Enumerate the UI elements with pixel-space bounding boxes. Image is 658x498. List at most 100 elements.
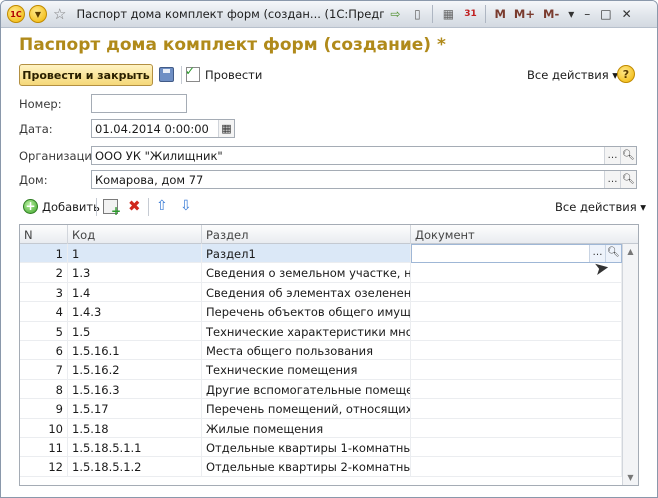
cell-kod: 1.5.16.3 bbox=[68, 379, 202, 399]
maximize-icon[interactable]: □ bbox=[600, 7, 611, 21]
cell-document[interactable] bbox=[411, 321, 622, 341]
cell-document[interactable] bbox=[411, 360, 622, 380]
date-field[interactable]: 01.04.2014 0:00:00 ▦ bbox=[91, 119, 235, 138]
cell-n: 10 bbox=[20, 418, 68, 438]
cell-document[interactable] bbox=[411, 457, 622, 477]
date-value: 01.04.2014 0:00:00 bbox=[95, 122, 209, 136]
favorite-star-icon[interactable]: ☆ bbox=[53, 5, 66, 23]
app-logo-icon[interactable]: 1С bbox=[7, 5, 25, 23]
select-ellipsis-icon[interactable]: … bbox=[604, 171, 620, 188]
table-row[interactable]: 3 1.4 Сведения об элементах озеленения .… bbox=[20, 282, 622, 303]
add-icon[interactable]: + bbox=[23, 199, 38, 214]
document-cell-editor[interactable]: … 🔍︎ bbox=[411, 244, 622, 263]
table-row[interactable]: 7 1.5.16.2 Технические помещения bbox=[20, 360, 622, 380]
date-label: Дата: bbox=[19, 122, 53, 136]
cell-razdel: Раздел1 bbox=[202, 244, 411, 263]
post-and-close-button[interactable]: Провести и закрыть bbox=[19, 64, 153, 86]
table-row[interactable]: 1 1 Раздел1 … 🔍︎ bbox=[20, 244, 622, 264]
scroll-down-icon[interactable]: ▼ bbox=[623, 470, 638, 485]
calendar-icon[interactable]: ▦ bbox=[218, 120, 234, 137]
vertical-scrollbar[interactable]: ▲ ▼ bbox=[622, 244, 638, 485]
dropdown-icon[interactable]: ▾ bbox=[568, 7, 574, 21]
cell-razdel: Сведения об элементах озеленения ... bbox=[202, 282, 411, 302]
organization-value: ООО УК "Жилищник" bbox=[95, 149, 223, 163]
table-row[interactable]: 4 1.4.3 Перечень объектов общего имущест… bbox=[20, 302, 622, 322]
move-up-icon[interactable]: ⇧ bbox=[156, 198, 168, 214]
memory-plus-button[interactable]: M+ bbox=[514, 7, 535, 21]
cell-document[interactable] bbox=[411, 379, 622, 399]
house-value: Комарова, дом 77 bbox=[95, 173, 204, 187]
app-window: 1С ▼ ☆ Паспорт дома комплект форм (созда… bbox=[0, 0, 658, 498]
toolbar-separator bbox=[432, 5, 434, 23]
column-header-razdel[interactable]: Раздел bbox=[202, 225, 411, 244]
toolbar-separator bbox=[96, 198, 97, 216]
table-all-actions-menu[interactable]: Все действия ▾ bbox=[555, 200, 646, 214]
command-bar: Провести и закрыть Провести Все действия… bbox=[19, 64, 639, 86]
cell-razdel: Другие вспомогательные помещения bbox=[202, 379, 411, 399]
table-row[interactable]: 10 1.5.18 Жилые помещения bbox=[20, 418, 622, 438]
cell-kod: 1.3 bbox=[68, 263, 202, 283]
select-ellipsis-icon[interactable]: … bbox=[604, 147, 620, 164]
document-icon[interactable]: ▯ bbox=[408, 5, 426, 23]
memory-button[interactable]: M bbox=[494, 7, 505, 21]
help-icon[interactable]: ? bbox=[617, 65, 635, 83]
close-icon[interactable]: ✕ bbox=[622, 7, 632, 21]
cell-document[interactable] bbox=[411, 302, 622, 322]
cell-razdel: Перечень помещений, относящихся ... bbox=[202, 399, 411, 419]
calendar-icon[interactable]: 31 bbox=[461, 5, 479, 23]
cell-kod: 1.4 bbox=[68, 282, 202, 302]
table-row[interactable]: 12 1.5.18.5.1.2 Отдельные квартиры 2-ком… bbox=[20, 457, 622, 477]
number-field[interactable] bbox=[91, 94, 187, 113]
copy-icon[interactable] bbox=[103, 199, 121, 218]
table-toolbar: + Добавить ✖ ⇧ ⇩ Все действия ▾ bbox=[19, 197, 646, 218]
cell-n: 9 bbox=[20, 399, 68, 419]
minimize-icon[interactable]: – bbox=[584, 7, 590, 21]
house-label: Дом: bbox=[19, 173, 48, 187]
column-header-kod[interactable]: Код bbox=[68, 225, 202, 244]
move-down-icon[interactable]: ⇩ bbox=[180, 198, 192, 214]
save-icon[interactable] bbox=[159, 67, 174, 82]
cell-document[interactable] bbox=[411, 263, 622, 283]
cell-kod: 1.5.16.2 bbox=[68, 360, 202, 380]
cell-n: 7 bbox=[20, 360, 68, 380]
cell-document[interactable] bbox=[411, 282, 622, 302]
add-button[interactable]: Добавить bbox=[42, 200, 100, 214]
table-row[interactable]: 2 1.3 Сведения о земельном участке, на к… bbox=[20, 263, 622, 283]
post-button[interactable]: Провести bbox=[205, 68, 262, 82]
cell-kod: 1.5.18 bbox=[68, 418, 202, 438]
column-header-document[interactable]: Документ bbox=[411, 225, 638, 244]
table-row[interactable]: 5 1.5 Технические характеристики многок.… bbox=[20, 321, 622, 341]
arrow-forward-icon[interactable]: ⇨ bbox=[386, 5, 404, 23]
form-title: Паспорт дома комплект форм (создание) * bbox=[19, 35, 446, 55]
delete-icon[interactable]: ✖ bbox=[128, 197, 141, 215]
all-actions-menu[interactable]: Все действия ▾ bbox=[527, 68, 618, 82]
table-row[interactable]: 8 1.5.16.3 Другие вспомогательные помеще… bbox=[20, 379, 622, 400]
column-header-n[interactable]: N bbox=[20, 225, 68, 244]
post-icon[interactable] bbox=[185, 64, 200, 82]
cell-document[interactable] bbox=[411, 340, 622, 360]
table-row[interactable]: 9 1.5.17 Перечень помещений, относящихся… bbox=[20, 399, 622, 419]
cell-razdel: Места общего пользования bbox=[202, 340, 411, 360]
cell-n: 3 bbox=[20, 282, 68, 302]
scroll-up-icon[interactable]: ▲ bbox=[623, 244, 638, 259]
calculator-icon[interactable]: ▦ bbox=[439, 5, 457, 23]
cell-document[interactable] bbox=[411, 399, 622, 419]
table-row[interactable]: 6 1.5.16.1 Места общего пользования bbox=[20, 340, 622, 361]
search-icon[interactable]: 🔍︎ bbox=[620, 147, 636, 164]
cell-n: 4 bbox=[20, 302, 68, 322]
toolbar-separator bbox=[148, 198, 149, 216]
cell-document[interactable] bbox=[411, 437, 622, 457]
cell-document[interactable] bbox=[411, 418, 622, 438]
table-header: N Код Раздел Документ bbox=[20, 225, 638, 244]
memory-minus-button[interactable]: M- bbox=[543, 7, 559, 21]
cell-n: 8 bbox=[20, 379, 68, 399]
sections-table: N Код Раздел Документ 1 1 Раздел1 … 🔍︎ 2… bbox=[19, 224, 639, 486]
cell-n: 1 bbox=[20, 244, 68, 263]
house-field[interactable]: Комарова, дом 77 … 🔍︎ bbox=[91, 170, 637, 189]
main-menu-icon[interactable]: ▼ bbox=[29, 5, 47, 23]
search-icon[interactable]: 🔍︎ bbox=[620, 171, 636, 188]
number-label: Номер: bbox=[19, 97, 62, 111]
organization-field[interactable]: ООО УК "Жилищник" … 🔍︎ bbox=[91, 146, 637, 165]
command-separator bbox=[181, 66, 182, 84]
table-row[interactable]: 11 1.5.18.5.1.1 Отдельные квартиры 1-ком… bbox=[20, 437, 622, 458]
